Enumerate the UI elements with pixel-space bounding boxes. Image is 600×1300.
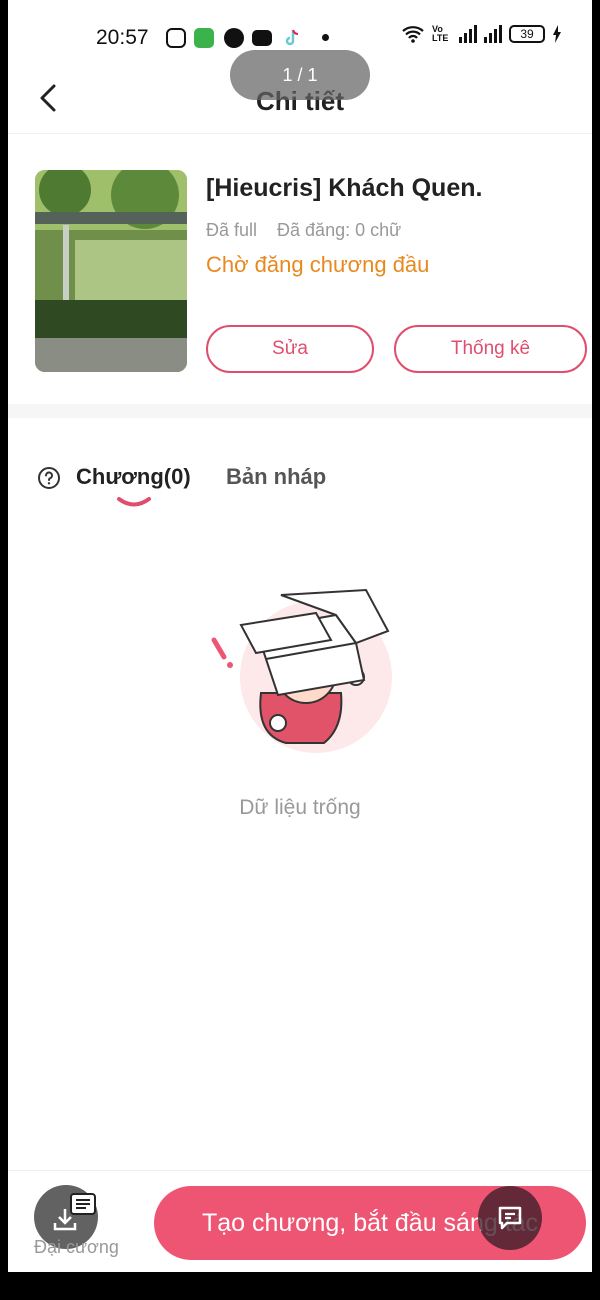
- status-time: 20:57: [96, 26, 149, 49]
- tab-drafts[interactable]: Bản nháp: [226, 464, 326, 490]
- volte-icon: Vo LTE: [432, 24, 449, 43]
- book-meta: Đã full Đã đăng: 0 chữ: [206, 220, 401, 241]
- chat-icon: [498, 1206, 522, 1230]
- book-cover-image[interactable]: [35, 170, 187, 372]
- completion-status: Đã full: [206, 220, 258, 240]
- chat-button[interactable]: [478, 1186, 542, 1250]
- active-tab-indicator: [117, 497, 151, 507]
- bottom-separator: [8, 1170, 592, 1171]
- section-divider: [8, 404, 592, 418]
- help-icon[interactable]: [37, 466, 61, 490]
- published-count: Đã đăng: 0 chữ: [277, 220, 402, 240]
- notification-dot-icon: [322, 34, 329, 41]
- instagram-icon: [166, 28, 186, 48]
- outline-button[interactable]: Đại cương: [30, 1185, 130, 1265]
- signal-icon-2: [484, 25, 502, 43]
- empty-state-text: Dữ liệu trống: [239, 796, 361, 819]
- battery-icon: 39: [509, 25, 545, 43]
- publish-status: Chờ đăng chương đầu: [206, 252, 430, 277]
- outline-label: Đại cương: [34, 1237, 119, 1257]
- empty-box-illustration: [211, 588, 392, 753]
- pinterest-icon: [224, 28, 244, 48]
- tiktok-icon: [282, 28, 302, 48]
- status-indicators: Vo LTE 39: [401, 25, 562, 43]
- youtube-icon: [252, 30, 272, 46]
- screen: 20:57 Vo LTE 39 1 / 1 Chi tiết [Hieucris…: [8, 0, 592, 1272]
- book-title: [Hieucris] Khách Quen.: [206, 174, 483, 202]
- app-icon: [194, 28, 214, 48]
- signal-icon: [459, 25, 477, 43]
- wifi-icon: [402, 26, 424, 43]
- tab-chapters[interactable]: Chương(0): [76, 464, 191, 490]
- stats-button[interactable]: Thống kê: [394, 325, 587, 373]
- page-indicator: 1 / 1: [230, 50, 370, 100]
- download-icon: [53, 1209, 77, 1231]
- charging-icon: [553, 25, 561, 43]
- edit-button[interactable]: Sửa: [206, 325, 374, 373]
